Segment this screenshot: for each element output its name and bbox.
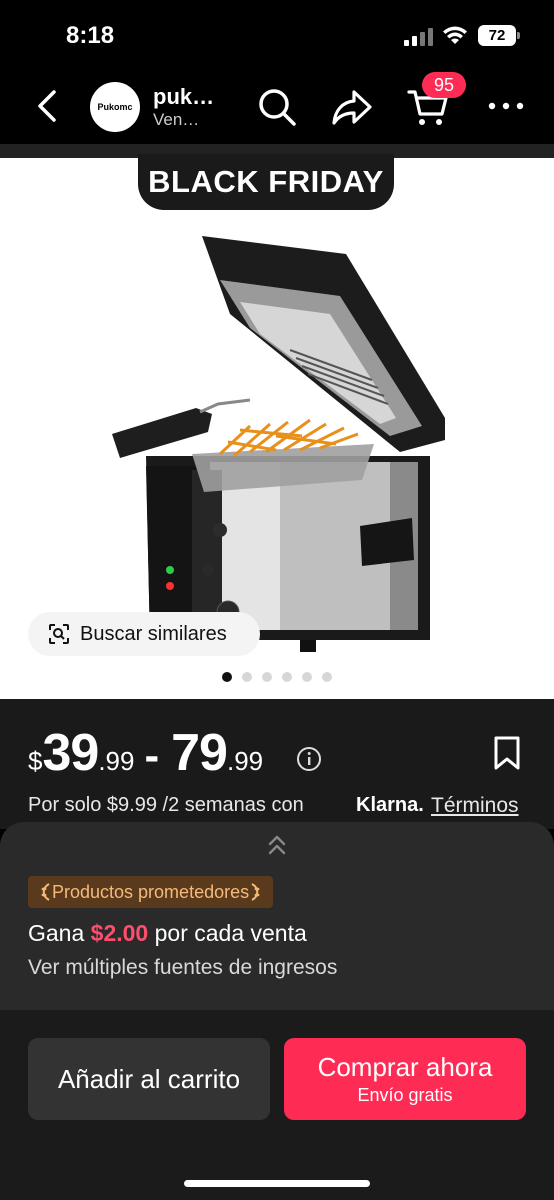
- carousel-dots: [0, 672, 554, 682]
- currency-symbol: $: [28, 746, 43, 776]
- bookmark-icon[interactable]: [492, 735, 522, 771]
- earn-suffix: por cada venta: [154, 920, 307, 946]
- add-to-cart-label: Añadir al carrito: [57, 1063, 241, 1094]
- shop-subtitle: Ven…: [153, 110, 200, 129]
- wifi-icon: [443, 26, 467, 44]
- earn-per-sale: Gana $2.00 por cada venta: [28, 920, 307, 947]
- installment-text: Por solo $9.99 /2 semanas con: [28, 794, 304, 816]
- promising-products-badge: Productos prometedores: [28, 876, 274, 908]
- carousel-dot[interactable]: [282, 672, 292, 682]
- terms-link[interactable]: Términos: [431, 794, 519, 818]
- affiliate-earnings-panel[interactable]: Productos prometedores Gana $2.00 por ca…: [0, 822, 554, 1022]
- product-image-carousel[interactable]: BLACK FRIDAY Buscar similares: [0, 144, 554, 699]
- status-bar: 8:18 72: [0, 0, 554, 72]
- free-shipping-label: Envío gratis: [357, 1085, 453, 1105]
- home-indicator[interactable]: [184, 1180, 370, 1187]
- back-arrow-icon[interactable]: [30, 86, 66, 126]
- price-high-int: 79: [171, 724, 228, 782]
- search-similar-button[interactable]: Buscar similares: [28, 612, 260, 656]
- cellular-signal-icon: [404, 28, 433, 46]
- price-low-int: 39: [42, 724, 99, 782]
- price-low-cents: .99: [98, 746, 135, 776]
- earn-amount: $2.00: [90, 920, 149, 946]
- income-sources-text[interactable]: Ver múltiples fuentes de ingresos: [28, 956, 337, 980]
- cart-count-badge: 95: [422, 72, 466, 98]
- price-separator: -: [144, 731, 160, 780]
- badge-label: Productos prometedores: [52, 881, 250, 902]
- add-to-cart-button[interactable]: Añadir al carrito: [28, 1038, 270, 1120]
- banner-text: BLACK FRIDAY: [148, 164, 384, 199]
- bottom-action-bar: Añadir al carrito Comprar ahora Envío gr…: [0, 1010, 554, 1200]
- laurel-right-icon: [251, 883, 260, 901]
- klarna-logo: Klarna.: [356, 794, 424, 816]
- status-time: 8:18: [66, 22, 115, 49]
- black-friday-banner: BLACK FRIDAY: [138, 154, 394, 210]
- price-high-cents: .99: [226, 746, 264, 776]
- buy-now-label: Comprar ahora: [317, 1052, 493, 1082]
- info-icon[interactable]: [296, 746, 322, 772]
- more-options-icon[interactable]: [486, 96, 526, 116]
- top-nav: Pukomc puk… Ven… 95: [0, 72, 554, 144]
- price-range: $ 39 .99 - 79 .99: [28, 723, 273, 783]
- search-similar-label: Buscar similares: [80, 622, 227, 645]
- carousel-dot[interactable]: [242, 672, 252, 682]
- laurel-left-icon: [41, 883, 50, 901]
- shop-avatar[interactable]: Pukomc: [90, 82, 140, 132]
- share-icon[interactable]: [330, 86, 374, 128]
- search-icon[interactable]: [256, 86, 298, 128]
- price-section: $ 39 .99 - 79 .99 Por solo $9.99 /2 sema…: [0, 699, 554, 829]
- carousel-dot[interactable]: [262, 672, 272, 682]
- deep-fryer-image: [112, 236, 445, 652]
- shop-name[interactable]: puk…: [153, 84, 214, 110]
- carousel-dot[interactable]: [302, 672, 312, 682]
- shop-logo-text: Pukomc: [97, 102, 133, 112]
- buy-now-button[interactable]: Comprar ahora Envío gratis: [284, 1038, 526, 1120]
- expand-chevron-icon[interactable]: [264, 832, 290, 858]
- image-search-icon: [49, 624, 69, 644]
- carousel-dot[interactable]: [222, 672, 232, 682]
- earn-prefix: Gana: [28, 920, 85, 946]
- carousel-dot[interactable]: [322, 672, 332, 682]
- battery-indicator: 72: [478, 25, 520, 46]
